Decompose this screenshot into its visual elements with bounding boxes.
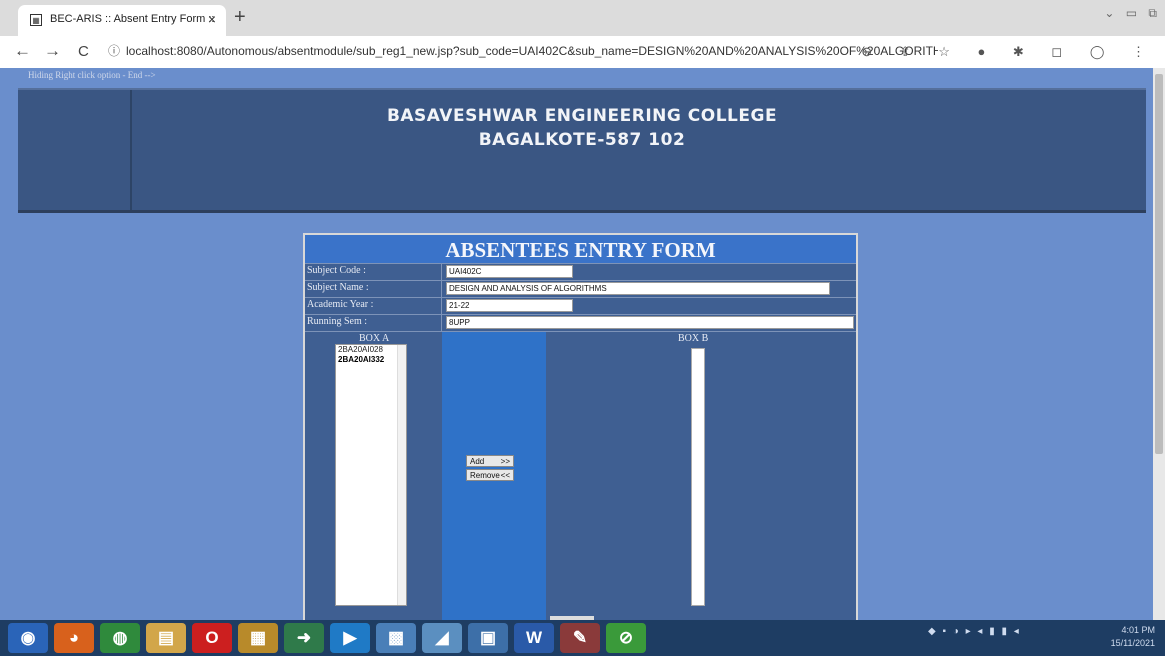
clock-date: 15/11/2021 xyxy=(1110,638,1155,648)
academic-year-label: Academic Year : xyxy=(307,299,374,310)
folder-icon[interactable]: ▦ xyxy=(238,623,278,653)
form-title: ABSENTEES ENTRY FORM xyxy=(305,235,856,263)
monitor-app-icon[interactable]: ▣ xyxy=(468,623,508,653)
media-player-icon[interactable]: ▶ xyxy=(330,623,370,653)
subject-code-label: Subject Code : xyxy=(307,265,366,276)
browser-tab-strip: ▦ BEC-ARIS :: Absent Entry Form :: × + ⌄… xyxy=(0,0,1165,36)
absentees-entry-form: ABSENTEES ENTRY FORM Subject Code : Subj… xyxy=(303,233,858,620)
opera-icon[interactable]: O xyxy=(192,623,232,653)
taskbar-clock[interactable]: 4:01 PM 15/11/2021 xyxy=(1111,624,1155,650)
subject-code-row: Subject Code : xyxy=(305,263,856,280)
college-name-line2: BAGALKOTE-587 102 xyxy=(478,130,686,150)
image-viewer-icon[interactable]: ▩ xyxy=(376,623,416,653)
start-button-icon[interactable]: ◉ xyxy=(8,623,48,653)
academic-year-row: Academic Year : xyxy=(305,297,856,314)
box-b-listbox[interactable] xyxy=(691,348,705,606)
system-tray-icons[interactable]: ◆ ▪ ◑ ▸ ◂ ▮ ▮ ◂ xyxy=(928,626,1021,637)
academic-year-field[interactable] xyxy=(446,299,573,312)
row-separator xyxy=(441,281,442,297)
restore-icon[interactable]: ▭ xyxy=(1126,6,1137,20)
url-field[interactable]: ⓘ localhost:8080/Autonomous/absentmodule/… xyxy=(108,40,938,62)
windows-taskbar: ◉ ◕ ◍ ▤ O ▦ ➜ ▶ ▩ ◢ ▣ W ✎ ⊘ ◆ ▪ ◑ ▸ ◂ ▮ ▮ ◂ 4:01 PM 1… xyxy=(0,620,1165,656)
row-separator xyxy=(441,264,442,280)
subject-name-label: Subject Name : xyxy=(307,282,369,293)
remove-button[interactable]: Remove << xyxy=(466,469,514,481)
page-scrollbar[interactable] xyxy=(1153,68,1165,620)
tab-title: BEC-ARIS :: Absent Entry Form :: xyxy=(50,13,215,25)
word-icon[interactable]: W xyxy=(514,623,554,653)
row-separator xyxy=(441,315,442,331)
add-button[interactable]: Add >> xyxy=(466,455,514,467)
network-app-icon[interactable]: ⊘ xyxy=(606,623,646,653)
box-b-label: BOX B xyxy=(678,333,709,344)
back-arrow-icon[interactable]: ← xyxy=(14,41,31,61)
row-separator xyxy=(441,298,442,314)
window-controls: ⌄ ▭ ⧉ xyxy=(1096,6,1157,21)
add-arrows: >> xyxy=(500,457,510,466)
clock-time: 4:01 PM xyxy=(1121,625,1155,635)
new-tab-button[interactable]: + xyxy=(234,6,246,29)
tab-close-icon[interactable]: × xyxy=(208,11,216,27)
box-a-label: BOX A xyxy=(359,333,390,344)
college-name: BASAVESHWAR ENGINEERING COLLEGE BAGALKOT… xyxy=(18,104,1146,152)
box-transfer-area: BOX A 2BA20AI028 2BA20AI332 Add >> Remov… xyxy=(305,331,856,620)
reload-icon[interactable]: C xyxy=(78,43,89,60)
box-a-option[interactable]: 2BA20AI028 xyxy=(336,345,406,355)
running-sem-label: Running Sem : xyxy=(307,316,368,327)
box-a-option[interactable]: 2BA20AI332 xyxy=(336,355,406,365)
site-info-icon[interactable]: ⓘ xyxy=(108,44,120,58)
transfer-buttons-panel: Add >> Remove << xyxy=(442,332,546,620)
subject-name-field[interactable] xyxy=(446,282,830,295)
hint-comment-text: Hiding Right click option - End --> xyxy=(28,70,156,80)
box-a-scrollbar[interactable] xyxy=(397,345,406,605)
address-bar-row: ← → C ⓘ localhost:8080/Autonomous/absentm… xyxy=(0,36,1165,69)
college-name-line1: BASAVESHWAR ENGINEERING COLLEGE xyxy=(386,106,778,126)
browser-extension-icons[interactable]: ⊖ ⇪ ☆ ● ✱ ◻ ◯ ⋮ xyxy=(861,44,1157,60)
forward-arrow-icon[interactable]: → xyxy=(44,41,61,61)
page-scrollbar-thumb[interactable] xyxy=(1155,74,1163,454)
remove-arrows: << xyxy=(500,471,510,480)
remove-button-label: Remove xyxy=(470,471,500,480)
browser-tab[interactable]: ▦ BEC-ARIS :: Absent Entry Form :: × xyxy=(18,5,226,36)
page-favicon-icon: ▦ xyxy=(30,14,42,26)
college-banner: BASAVESHWAR ENGINEERING COLLEGE BAGALKOT… xyxy=(18,88,1146,213)
explorer-icon[interactable]: ▤ xyxy=(146,623,186,653)
url-text: localhost:8080/Autonomous/absentmodule/s… xyxy=(126,44,938,58)
box-a-listbox[interactable]: 2BA20AI028 2BA20AI332 xyxy=(335,344,407,606)
paint-icon[interactable]: ✎ xyxy=(560,623,600,653)
page-viewport: Hiding Right click option - End --> BASA… xyxy=(0,68,1165,620)
minimize-icon[interactable]: ⌄ xyxy=(1104,6,1114,20)
firefox-icon[interactable]: ◕ xyxy=(54,623,94,653)
tile-icon[interactable]: ⧉ xyxy=(1148,6,1157,20)
subject-code-field[interactable] xyxy=(446,265,573,278)
notes-app-icon[interactable]: ◢ xyxy=(422,623,462,653)
subject-name-row: Subject Name : xyxy=(305,280,856,297)
arrow-app-icon[interactable]: ➜ xyxy=(284,623,324,653)
add-button-label: Add xyxy=(470,457,485,466)
running-sem-field[interactable] xyxy=(446,316,854,329)
running-sem-row: Running Sem : xyxy=(305,314,856,331)
chrome-icon[interactable]: ◍ xyxy=(100,623,140,653)
